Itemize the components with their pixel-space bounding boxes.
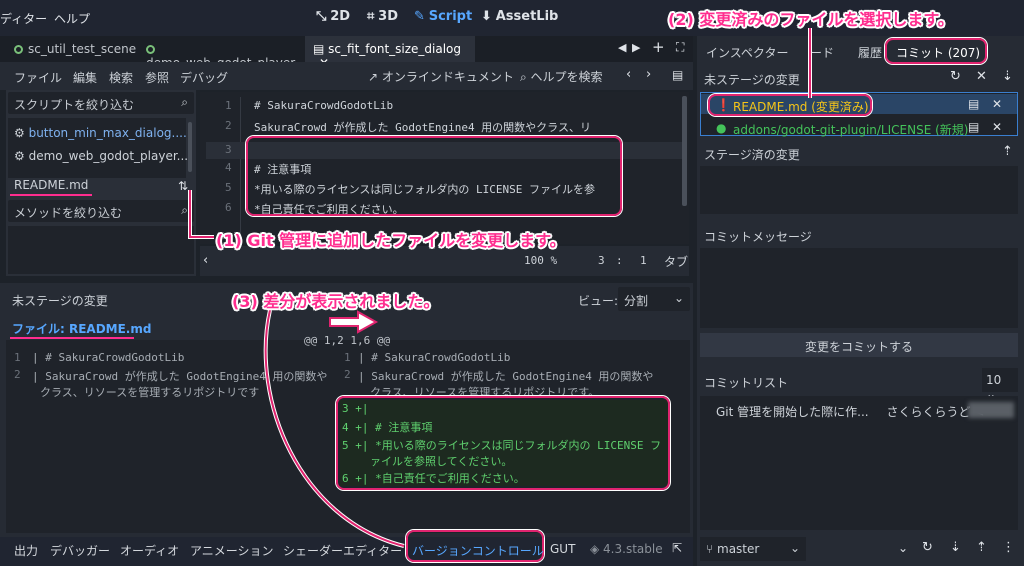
annotation-step1: (1) Git 管理に追加したファイルを変更します。	[216, 231, 566, 250]
annotation-step2: (2) 変更済みのファイルを選択します。	[668, 10, 954, 29]
annotation-arrows	[188, 28, 812, 548]
annotation-step3: (3) 差分が表示されました。	[232, 292, 440, 311]
